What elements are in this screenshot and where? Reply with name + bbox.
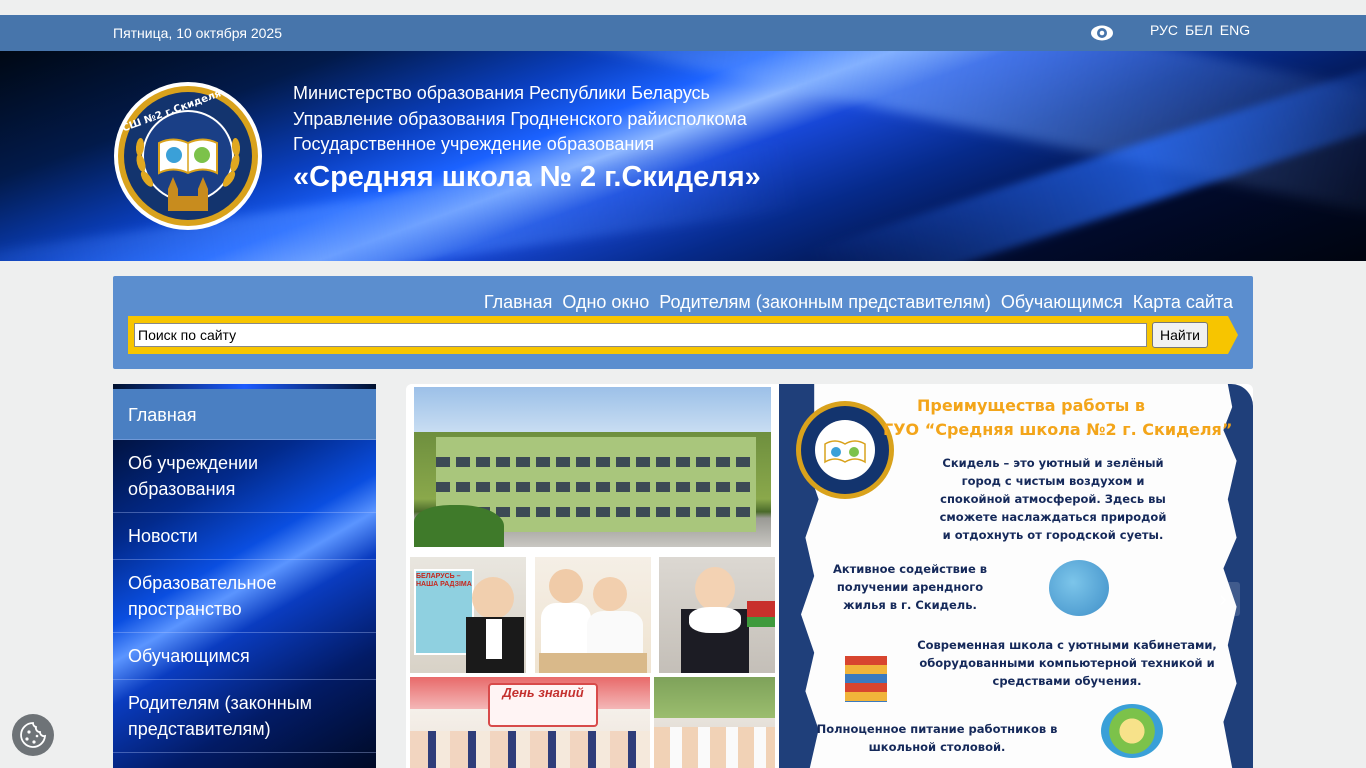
globe-illustration (1049, 560, 1109, 616)
cookie-icon (20, 722, 47, 748)
sidebar-item-parents[interactable]: Родителям (законным представителям) (113, 680, 376, 753)
nav-item-parents[interactable]: Родителям (законным представителям) (659, 292, 991, 313)
sidebar-item-news[interactable]: Новости (113, 513, 376, 560)
sidebar-item-students[interactable]: Обучающимся (113, 633, 376, 680)
main-slider[interactable]: БЕЛАРУСЬ – НАША РАДЗІМА День знаний Преи… (406, 384, 1253, 768)
lang-eng[interactable]: ENG (1220, 22, 1250, 38)
sidebar-menu: Главная Об учреждении образования Новост… (113, 384, 376, 768)
current-date: Пятница, 10 октября 2025 (113, 25, 282, 41)
cookie-settings-button[interactable] (12, 714, 54, 756)
food-illustration (1101, 704, 1163, 758)
day-of-knowledge-sign: День знаний (502, 685, 584, 700)
chevron-right-icon[interactable]: › (1206, 582, 1240, 616)
sidebar-item-teachers[interactable]: Учительская (113, 753, 376, 768)
books-illustration (845, 656, 887, 702)
language-switcher: РУС БЕЛ ENG (1150, 22, 1250, 38)
girl-flag-photo (659, 557, 775, 673)
poster-logo (796, 401, 894, 499)
sidebar-item-about[interactable]: Об учреждении образования (113, 440, 376, 513)
poster-text-housing: Активное содействие в получении арендног… (832, 562, 988, 612)
search-button[interactable]: Найти (1152, 322, 1208, 348)
photo-collage: БЕЛАРУСЬ – НАША РАДЗІМА День знаний (406, 384, 779, 768)
school-building-photo (414, 387, 771, 547)
lang-bel[interactable]: БЕЛ (1185, 22, 1213, 38)
girls-reading-photo (535, 557, 651, 673)
poster-text-school: Современная школа с уютными кабинетами, … (917, 638, 1217, 688)
teachers-group-photo (654, 677, 775, 768)
sidebar-item-home[interactable]: Главная (113, 389, 376, 440)
ministry-line: Министерство образования Республики Бела… (293, 83, 710, 103)
nav-item-sitemap[interactable]: Карта сайта (1133, 292, 1233, 313)
eye-icon[interactable] (1090, 22, 1114, 44)
poster-title-line2: ГУО “Средняя школа №2 г. Скиделя” (883, 420, 1233, 439)
institution-heading: Министерство образования Республики Бела… (293, 81, 761, 194)
day-of-knowledge-photo: День знаний (410, 677, 650, 768)
nav-item-students[interactable]: Обучающимся (1001, 292, 1123, 313)
institution-type-line: Государственное учреждение образования (293, 134, 655, 154)
school-name[interactable]: «Средняя школа № 2 г.Скиделя» (293, 161, 761, 194)
department-line: Управление образования Гродненского райи… (293, 108, 747, 129)
main-menu: Главная Одно окно Родителям (законным пр… (484, 292, 1233, 313)
poster-text-meals: Полноценное питание работников в школьно… (816, 722, 1058, 754)
poster-title-line1: Преимущества работы в (916, 396, 1146, 415)
student-book-photo: БЕЛАРУСЬ – НАША РАДЗІМА (410, 557, 526, 673)
header-banner: СШ №2 г.Скиделя Министерство образования… (0, 51, 1366, 261)
search-bar: Найти (128, 316, 1238, 354)
book-cover-title: БЕЛАРУСЬ – НАША РАДЗІМА (416, 573, 472, 588)
main-nav-panel: Главная Одно окно Родителям (законным пр… (113, 276, 1253, 369)
school-logo[interactable]: СШ №2 г.Скиделя (113, 81, 263, 231)
sidebar-item-educational-space[interactable]: Образовательное пространство (113, 560, 376, 633)
top-bar: Пятница, 10 октября 2025 РУС БЕЛ ENG (0, 15, 1366, 51)
poster-advantages: Преимущества работы в ГУО “Средняя школа… (779, 384, 1253, 768)
nav-item-one-window[interactable]: Одно окно (562, 292, 649, 313)
nav-item-home[interactable]: Главная (484, 292, 553, 313)
poster-text-city: Скидель – это уютный и зелёный город с ч… (939, 456, 1167, 542)
search-input[interactable] (134, 323, 1147, 347)
lang-rus[interactable]: РУС (1150, 22, 1178, 38)
